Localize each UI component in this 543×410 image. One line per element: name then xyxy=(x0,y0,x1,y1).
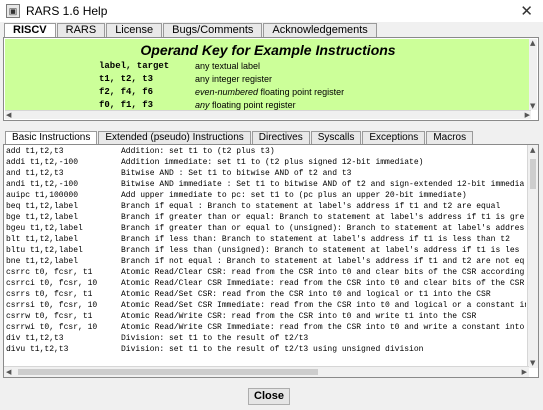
scroll-left-arrow-icon[interactable]: ◀ xyxy=(6,111,11,119)
tab-syscalls[interactable]: Syscalls xyxy=(310,131,362,144)
list-item[interactable]: and t1,t2,t3 Bitwise AND : Set t1 to bitw… xyxy=(4,168,526,179)
tab-macros[interactable]: Macros xyxy=(426,131,474,144)
scroll-right-arrow-icon[interactable]: ▶ xyxy=(525,111,530,119)
close-button[interactable]: Close xyxy=(248,388,290,405)
list-item[interactable]: add t1,t2,t3 Addition: set t1 to (t2 plus… xyxy=(4,146,526,157)
tab-acknowledgements[interactable]: Acknowledgements xyxy=(263,23,377,38)
tab-directives[interactable]: Directives xyxy=(251,131,310,144)
tab-license[interactable]: License xyxy=(106,23,163,38)
operand-code: f0, f1, f3 xyxy=(99,100,154,110)
app-icon: ▣ xyxy=(6,4,20,18)
tab-riscv[interactable]: RISCV xyxy=(4,23,56,38)
operand-key-title: Operand Key for Example Instructions xyxy=(140,42,396,58)
tab-basic-instructions[interactable]: Basic Instructions xyxy=(5,131,98,144)
operand-description: even-numbered floating point register xyxy=(195,87,345,97)
list-item[interactable]: blt t1,t2,label Branch if less than: Bran… xyxy=(4,234,526,245)
window-title: RARS 1.6 Help xyxy=(26,4,108,18)
tab-extended-instructions[interactable]: Extended (pseudo) Instructions xyxy=(98,131,251,144)
operand-description: any floating point register xyxy=(195,100,296,110)
list-item[interactable]: bge t1,t2,label Branch if greater than or… xyxy=(4,212,526,223)
operand-description: any integer register xyxy=(195,74,273,84)
operand-code: t1, t2, t3 xyxy=(99,74,154,84)
tab-bugs-comments[interactable]: Bugs/Comments xyxy=(163,23,263,38)
operand-key-row: t1, t2, t3 any integer register xyxy=(5,74,531,87)
operand-key-vertical-scrollbar[interactable]: ▲ ▼ xyxy=(529,39,537,110)
scroll-up-arrow-icon[interactable]: ▲ xyxy=(530,146,535,154)
list-item[interactable]: csrrc t0, fcsr, t1 Atomic Read/Clear CSR:… xyxy=(4,267,526,278)
list-item[interactable]: csrrwi t0, fcsr, 10 Atomic Read/Write CSR… xyxy=(4,322,526,333)
operand-key-row: label, target any textual label xyxy=(5,61,531,74)
window-close-icon[interactable]: ✕ xyxy=(520,2,533,20)
operand-key-panel: Operand Key for Example Instructions lab… xyxy=(5,39,531,110)
list-item[interactable]: div t1,t2,t3 Division: set t1 to the resu… xyxy=(4,333,526,344)
operand-key-pane: Operand Key for Example Instructions lab… xyxy=(3,37,539,121)
instruction-list-vertical-scrollbar[interactable]: ▲ ▼ xyxy=(527,145,538,368)
top-tab-bar: RISCV RARS License Bugs/Comments Acknowl… xyxy=(4,23,378,38)
list-item[interactable]: csrrci t0, fcsr, 10 Atomic Read/Clear CSR… xyxy=(4,278,526,289)
list-item[interactable]: csrrsi t0, fcsr, 10 Atomic Read/Set CSR I… xyxy=(4,300,526,311)
list-item[interactable]: bgeu t1,t2,label Branch if greater than o… xyxy=(4,223,526,234)
operand-key-horizontal-scrollbar[interactable]: ◀ ▶ xyxy=(5,110,531,119)
operand-code: f2, f4, f6 xyxy=(99,87,154,97)
instruction-list-horizontal-scrollbar[interactable]: ◀ ▶ xyxy=(4,366,529,377)
instruction-list[interactable]: add t1,t2,t3 Addition: set t1 to (t2 plus… xyxy=(3,144,539,378)
scroll-thumb[interactable] xyxy=(18,369,318,375)
list-item[interactable]: bne t1,t2,label Branch if not equal : Bra… xyxy=(4,256,526,267)
tab-exceptions[interactable]: Exceptions xyxy=(362,131,426,144)
list-item[interactable]: beq t1,t2,label Branch if equal : Branch … xyxy=(4,201,526,212)
scroll-down-arrow-icon[interactable]: ▼ xyxy=(530,102,535,110)
operand-code: label, target xyxy=(99,61,170,71)
list-item[interactable]: csrrw t0, fcsr, t1 Atomic Read/Write CSR:… xyxy=(4,311,526,322)
operand-key-row: f2, f4, f6 even-numbered floating point … xyxy=(5,87,531,100)
list-item[interactable]: divu t1,t2,t3 Division: set t1 to the res… xyxy=(4,344,526,355)
scroll-left-arrow-icon[interactable]: ◀ xyxy=(6,368,11,376)
list-item[interactable]: bltu t1,t2,label Branch if less than (uns… xyxy=(4,245,526,256)
instruction-tab-bar: Basic Instructions Extended (pseudo) Ins… xyxy=(5,131,474,144)
scroll-down-arrow-icon[interactable]: ▼ xyxy=(530,359,535,367)
tab-rars[interactable]: RARS xyxy=(56,23,106,38)
list-item[interactable]: csrrs t0, fcsr, t1 Atomic Read/Set CSR: r… xyxy=(4,289,526,300)
scroll-up-arrow-icon[interactable]: ▲ xyxy=(530,39,535,47)
list-item[interactable]: auipc t1,100000 Add upper immediate to pc… xyxy=(4,190,526,201)
scroll-thumb[interactable] xyxy=(530,159,536,189)
operand-description: any textual label xyxy=(195,61,261,71)
title-bar: ▣ RARS 1.6 Help ✕ xyxy=(0,0,543,22)
scroll-right-arrow-icon[interactable]: ▶ xyxy=(522,368,527,376)
list-item[interactable]: addi t1,t2,-100 Addition immediate: set t… xyxy=(4,157,526,168)
list-item[interactable]: andi t1,t2,-100 Bitwise AND immediate : S… xyxy=(4,179,526,190)
